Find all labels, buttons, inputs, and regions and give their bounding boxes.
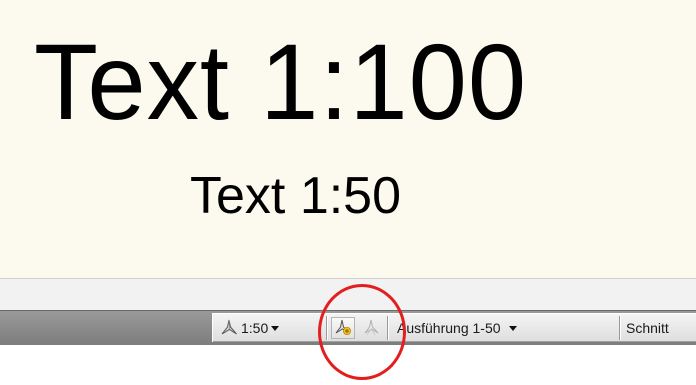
annotation-scale-icon <box>221 319 237 335</box>
remove-scale-button[interactable] <box>359 317 383 339</box>
toolbar-separator <box>387 316 388 340</box>
annotation-scale-tray: 1:50 Ausführung 1-50 Schnitt <box>212 313 696 342</box>
toolbar-separator <box>326 316 327 340</box>
status-bar-bottom <box>0 345 696 385</box>
horizontal-scroll-area[interactable] <box>0 278 696 311</box>
annotation-scale-value: 1:50 <box>241 320 269 336</box>
annotation-scale-dropdown[interactable]: 1:50 <box>219 317 327 339</box>
schnitt-label: Schnitt <box>626 320 669 336</box>
add-scale-to-objects-icon <box>335 319 351 335</box>
chevron-down-icon[interactable] <box>271 325 280 331</box>
drawing-text-small: Text 1:50 <box>190 167 402 225</box>
add-scale-button[interactable] <box>331 317 355 339</box>
toolbar-separator <box>619 316 620 340</box>
remove-scale-icon <box>364 319 379 336</box>
drawing-canvas[interactable]: Text 1:100 Text 1:50 <box>0 0 696 278</box>
drawing-text-large: Text 1:100 <box>34 21 528 142</box>
visual-style-dropdown[interactable]: Ausführung 1-50 <box>397 317 517 339</box>
visual-style-value: Ausführung 1-50 <box>397 320 501 336</box>
chevron-down-icon[interactable] <box>508 325 517 331</box>
schnitt-item[interactable]: Schnitt <box>626 317 669 339</box>
